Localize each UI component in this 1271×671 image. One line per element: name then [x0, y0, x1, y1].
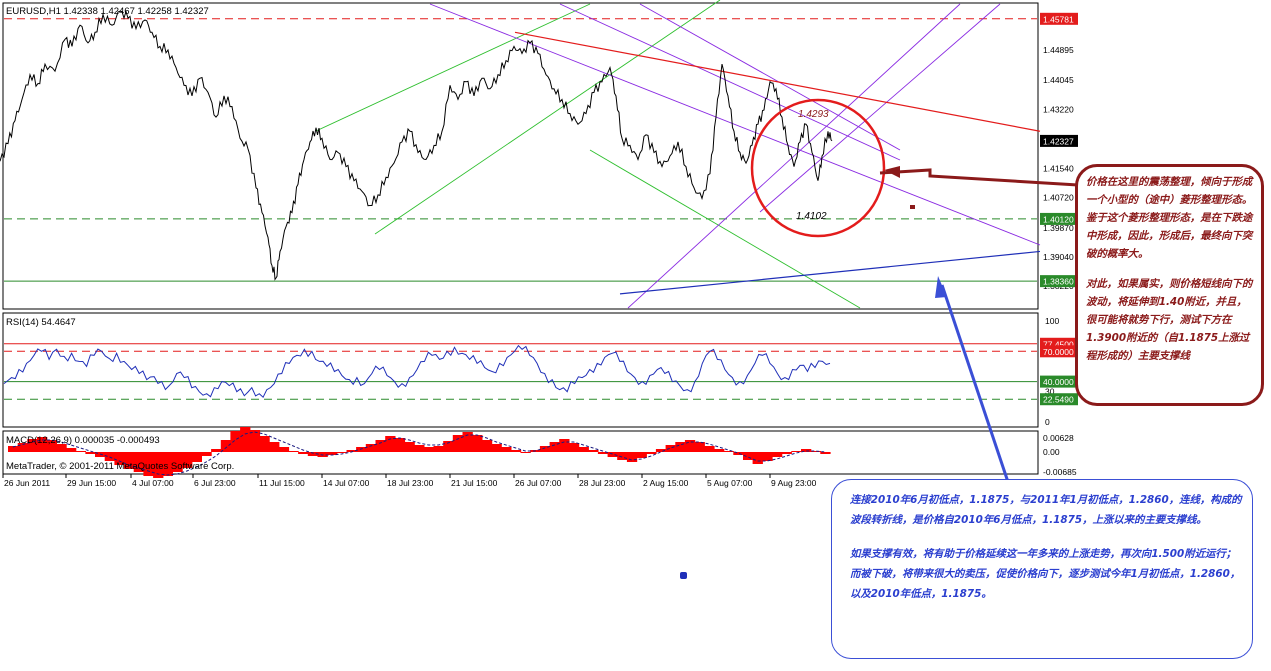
macd-histogram-bar — [646, 452, 657, 454]
macd-histogram-bar — [423, 447, 435, 452]
macd-histogram-bar — [298, 452, 309, 454]
x-axis-tick-label: 9 Aug 23:00 — [771, 478, 817, 488]
rsi-axis-tick: 0 — [1045, 417, 1050, 427]
macd-histogram-bar — [694, 442, 705, 452]
macd-histogram-bar — [626, 452, 638, 462]
macd-axis-tick: 0.00 — [1043, 447, 1060, 457]
macd-histogram-bar — [752, 452, 763, 464]
rsi-tag-label: 22.5490 — [1043, 395, 1074, 405]
symbol-header: EURUSD,H1 1.42338 1.42467 1.42258 1.4232… — [6, 6, 209, 17]
macd-histogram-bar — [75, 451, 86, 452]
rsi-label: RSI(14) 54.4647 — [6, 317, 76, 328]
diamond-pattern-note: 价格在这里的震荡整理，倾向于形成一个小型的（途中）菱形整理形态。鉴于这个菱形整理… — [1075, 164, 1264, 406]
red-note-para-2: 对此，如果属实，则价格短线向下的波动，将延伸到1.40附近，并且，很可能将就势下… — [1086, 278, 1253, 362]
macd-histogram-bar — [791, 451, 802, 452]
macd-histogram-bar — [472, 435, 483, 452]
macd-histogram-bar — [501, 447, 512, 452]
price-tag-label: 1.38360 — [1043, 277, 1074, 287]
macd-histogram-bar — [588, 450, 599, 452]
macd-histogram-bar — [394, 438, 406, 452]
rsi-panel — [2, 312, 1039, 428]
macd-histogram-bar — [491, 444, 502, 452]
red-note-para-1: 价格在这里的震荡整理，倾向于形成一个小型的（途中）菱形整理形态。鉴于这个菱形整理… — [1086, 176, 1253, 260]
macd-histogram-bar — [520, 452, 531, 453]
x-axis-tick-label: 14 Jul 07:00 — [323, 478, 370, 488]
blue-marker-dot — [680, 572, 687, 579]
x-axis-tick-label: 26 Jun 2011 — [4, 478, 50, 488]
x-axis-tick-label: 4 Jul 07:00 — [132, 478, 174, 488]
x-axis-tick-label: 29 Jun 15:00 — [67, 478, 116, 488]
macd-histogram-bar — [714, 449, 725, 452]
macd-histogram-bar — [201, 452, 212, 456]
x-axis-tick-label: 5 Aug 07:00 — [707, 478, 753, 488]
macd-histogram-bar — [636, 452, 647, 458]
macd-histogram-bar — [781, 452, 792, 454]
x-axis-tick-label: 28 Jul 23:00 — [579, 478, 626, 488]
red-marker-dot — [910, 205, 915, 209]
macd-axis-tick: -0.00685 — [1043, 467, 1077, 477]
rsi-axis-tick: 100 — [1045, 316, 1059, 326]
macd-histogram-bar — [288, 451, 299, 452]
price-axis-tick: 1.39040 — [1043, 252, 1074, 262]
price-axis-tick: 1.41540 — [1043, 164, 1074, 174]
macd-histogram-bar — [249, 430, 261, 452]
price-axis-tick: 1.44895 — [1043, 45, 1074, 55]
macd-histogram-bar — [230, 431, 241, 452]
support-line-note: 连接2010年6月初低点，1.1875，与2011年1月初低点，1.2860，连… — [831, 479, 1253, 659]
x-axis-tick-label: 11 Jul 15:00 — [259, 478, 305, 488]
macd-histogram-bar — [259, 436, 270, 452]
macd-axis-tick: 0.00628 — [1043, 433, 1074, 443]
blue-note-para-1: 连接2010年6月初低点，1.1875，与2011年1月初低点，1.2860，连… — [850, 494, 1242, 526]
macd-histogram-bar — [568, 443, 580, 452]
macd-histogram-bar — [66, 448, 77, 452]
macd-histogram-bar — [481, 440, 493, 452]
x-axis-tick-label: 6 Jul 23:00 — [194, 478, 236, 488]
macd-histogram-bar — [278, 447, 290, 452]
annotation-low: 1.4102 — [796, 211, 827, 222]
macd-histogram-bar — [762, 452, 773, 461]
blue-note-para-2: 如果支撑有效，将有助于价格延续这一年多来的上涨走势，再次向1.500附近运行； … — [850, 548, 1241, 600]
macd-histogram-bar — [433, 446, 444, 452]
macd-label: MACD(12,26,9) 0.000035 -0.000493 — [6, 435, 160, 446]
macd-histogram-bar — [578, 447, 589, 452]
macd-histogram-bar — [665, 445, 676, 452]
macd-histogram-bar — [211, 449, 222, 452]
macd-histogram-bar — [510, 450, 522, 452]
macd-histogram-bar — [617, 452, 628, 460]
price-axis-tick: 1.44045 — [1043, 75, 1074, 85]
macd-histogram-bar — [820, 452, 831, 454]
price-tag-label: 1.42327 — [1043, 136, 1074, 146]
x-axis-tick-label: 21 Jul 15:00 — [451, 478, 498, 488]
copyright-footer: MetaTrader, © 2001-2011 MetaQuotes Softw… — [6, 461, 234, 472]
annotation-high: 1.4293 — [798, 109, 829, 120]
rsi-tag-label: 40.0000 — [1043, 377, 1074, 387]
macd-histogram-bar — [675, 442, 686, 452]
x-axis-tick-label: 18 Jul 23:00 — [387, 478, 434, 488]
price-tag-label: 1.45781 — [1043, 14, 1074, 24]
macd-histogram-bar — [772, 452, 783, 457]
price-axis-tick: 1.43220 — [1043, 104, 1074, 114]
macd-histogram-bar — [85, 452, 96, 454]
macd-histogram-bar — [240, 427, 251, 452]
macd-histogram-bar — [404, 442, 415, 452]
macd-histogram-bar — [559, 439, 570, 452]
x-axis-tick-label: 26 Jul 07:00 — [515, 478, 562, 488]
price-axis-tick: 1.40720 — [1043, 193, 1074, 203]
x-axis-tick-label: 2 Aug 15:00 — [643, 478, 689, 488]
macd-histogram-bar — [269, 442, 280, 452]
macd-histogram-bar — [414, 445, 425, 452]
macd-histogram-bar — [704, 446, 715, 452]
macd-histogram-bar — [607, 452, 618, 457]
rsi-tag-label: 70.0000 — [1043, 347, 1074, 357]
price-tag-label: 1.40120 — [1043, 214, 1074, 224]
